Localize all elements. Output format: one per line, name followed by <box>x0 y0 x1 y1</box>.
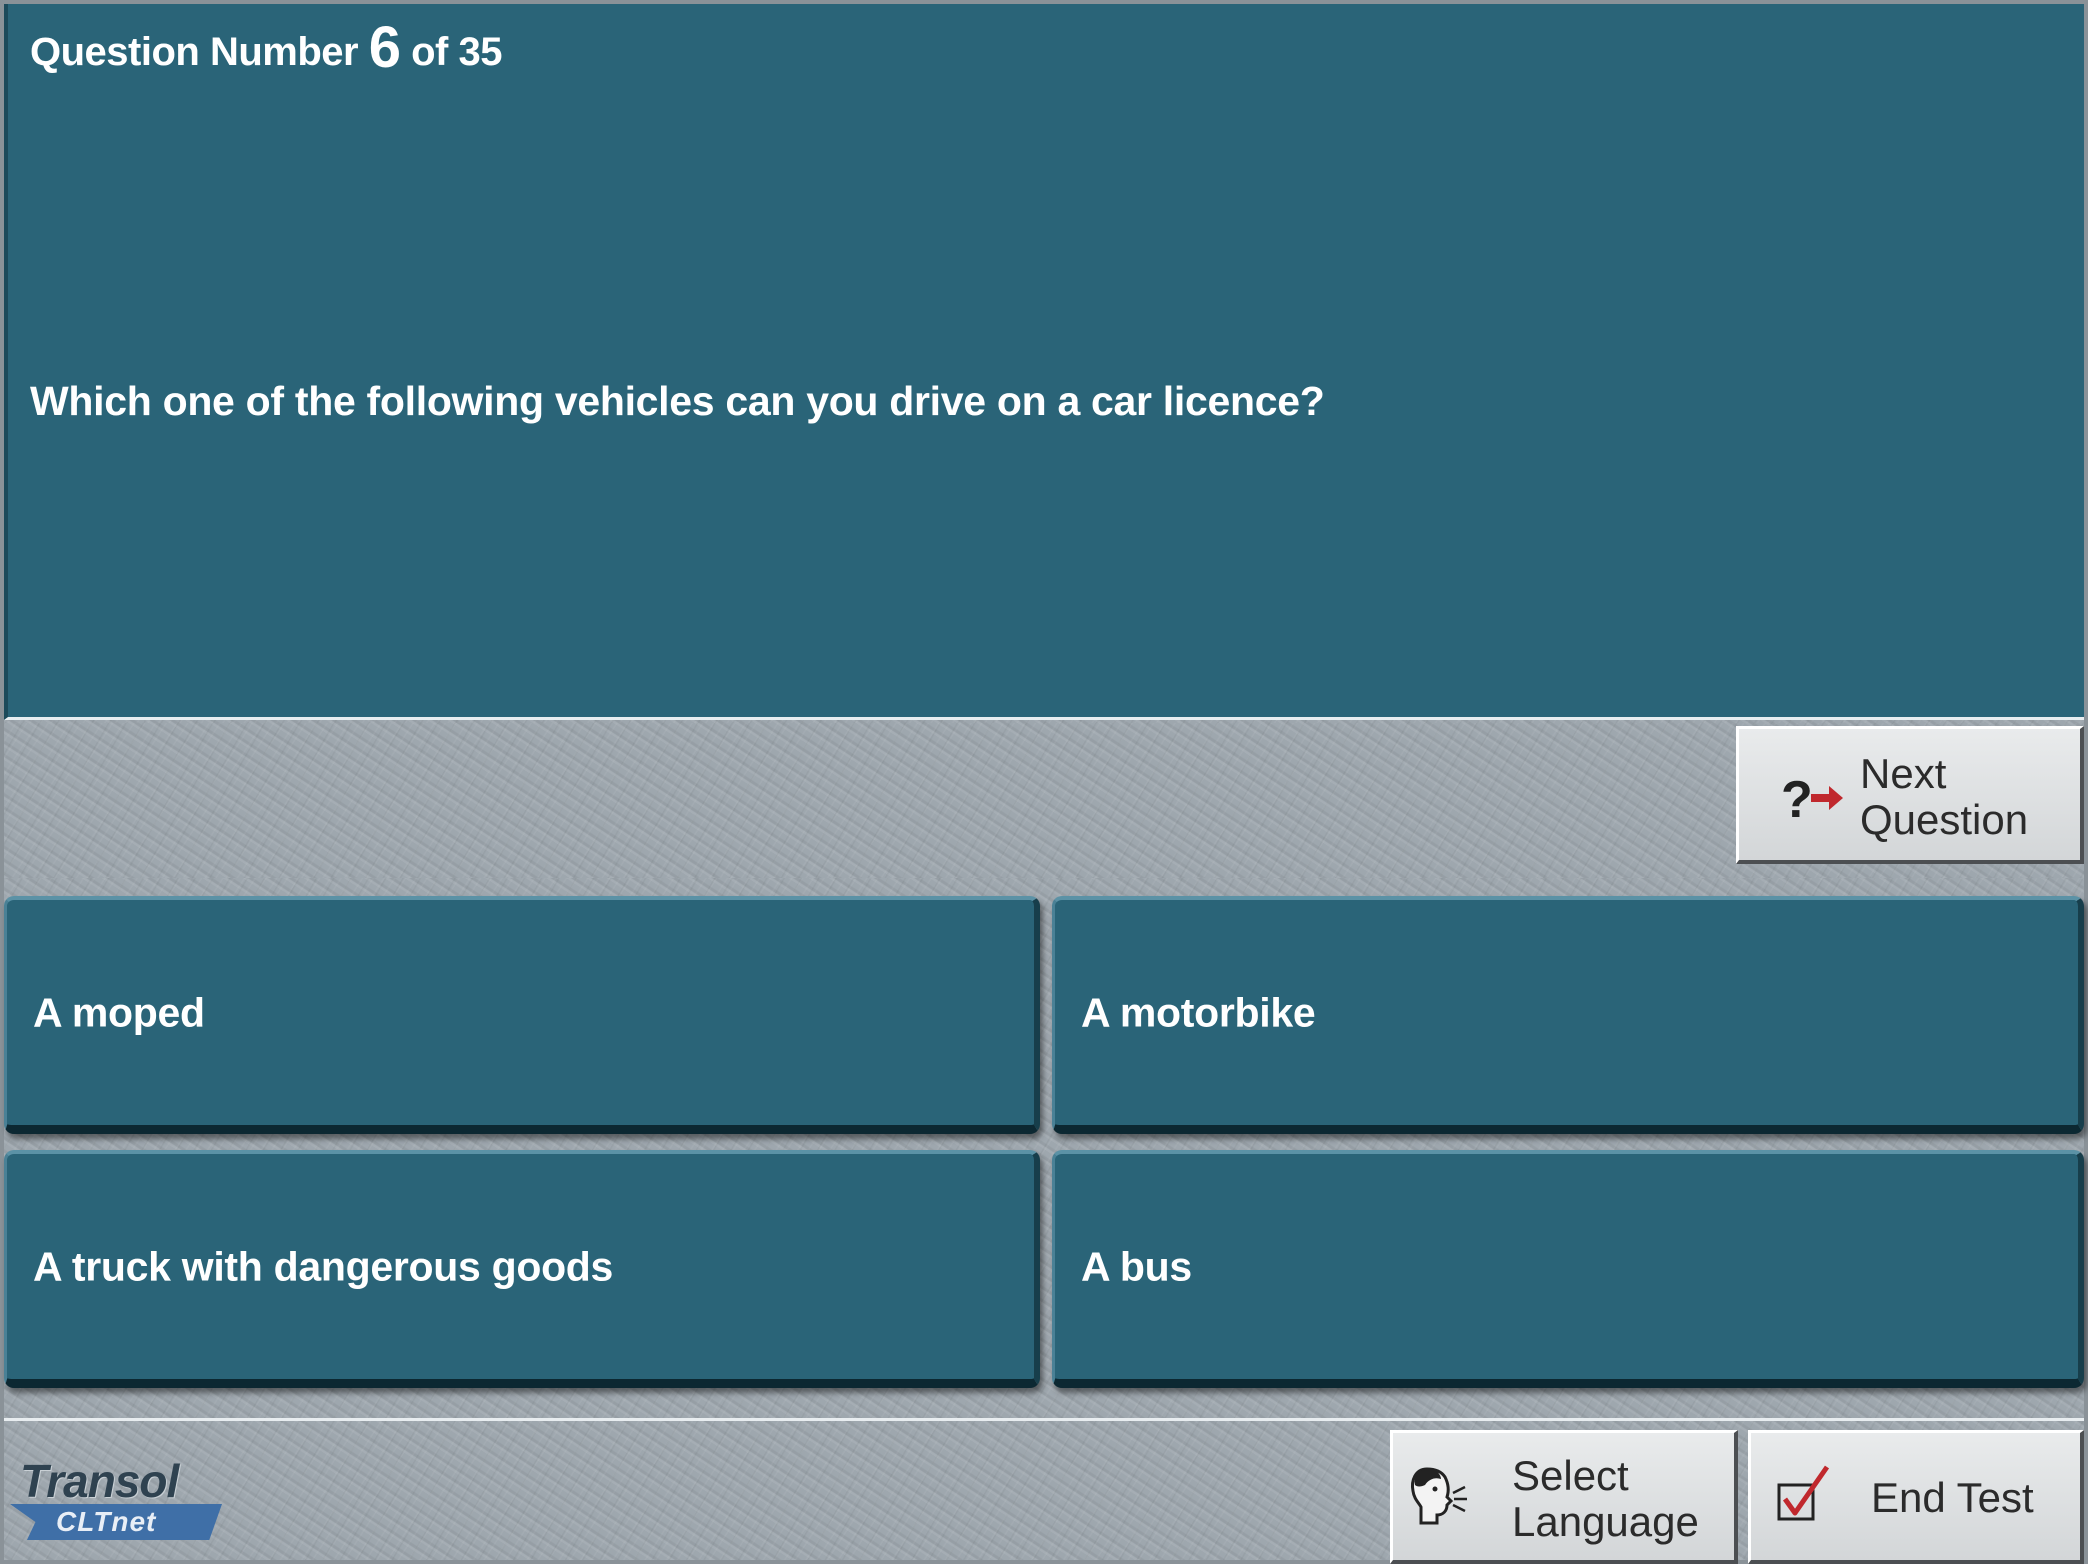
end-test-button[interactable]: End Test <box>1748 1430 2084 1564</box>
answer-option-a-label: A moped <box>33 989 205 1035</box>
question-counter: Question Number 6 of 35 <box>30 14 502 81</box>
answer-option-d-label: A bus <box>1081 1243 1192 1289</box>
answer-option-d[interactable]: A bus <box>1052 1150 2084 1388</box>
select-language-button[interactable]: Select Language <box>1390 1430 1738 1564</box>
answer-option-c[interactable]: A truck with dangerous goods <box>4 1150 1040 1388</box>
question-number-prefix: Question Number <box>30 30 359 74</box>
next-question-line1: Next <box>1860 750 1947 797</box>
logo-sub-banner: CLTnet <box>10 1504 222 1540</box>
question-panel: Question Number 6 of 35 Which one of the… <box>4 4 2084 720</box>
logo-wordmark: Transol <box>20 1455 179 1507</box>
answer-option-a[interactable]: A moped <box>4 896 1040 1134</box>
logo-sub-text: CLTnet <box>56 1506 157 1537</box>
select-language-label: Select Language <box>1512 1453 1732 1545</box>
select-language-line2: Language <box>1512 1498 1699 1545</box>
question-arrow-icon: ? <box>1781 771 1843 827</box>
end-test-label: End Test <box>1871 1474 2034 1521</box>
question-number-suffix: of 35 <box>411 30 502 74</box>
next-question-button[interactable]: ? Next Question <box>1736 726 2084 864</box>
speaking-head-icon <box>1411 1467 1467 1525</box>
transol-logo: Transol CLTnet <box>10 1454 235 1544</box>
answer-option-c-label: A truck with dangerous goods <box>33 1243 614 1289</box>
next-question-label: Next Question <box>1860 751 2060 843</box>
checkmark-box-icon <box>1777 1465 1830 1521</box>
answer-option-b[interactable]: A motorbike <box>1052 896 2084 1134</box>
next-question-line2: Question <box>1860 796 2029 843</box>
svg-text:?: ? <box>1781 771 1813 827</box>
answer-option-b-label: A motorbike <box>1081 989 1316 1035</box>
select-language-line1: Select <box>1512 1452 1629 1499</box>
question-text: Which one of the following vehicles can … <box>30 378 1325 424</box>
question-number: 6 <box>368 15 401 80</box>
